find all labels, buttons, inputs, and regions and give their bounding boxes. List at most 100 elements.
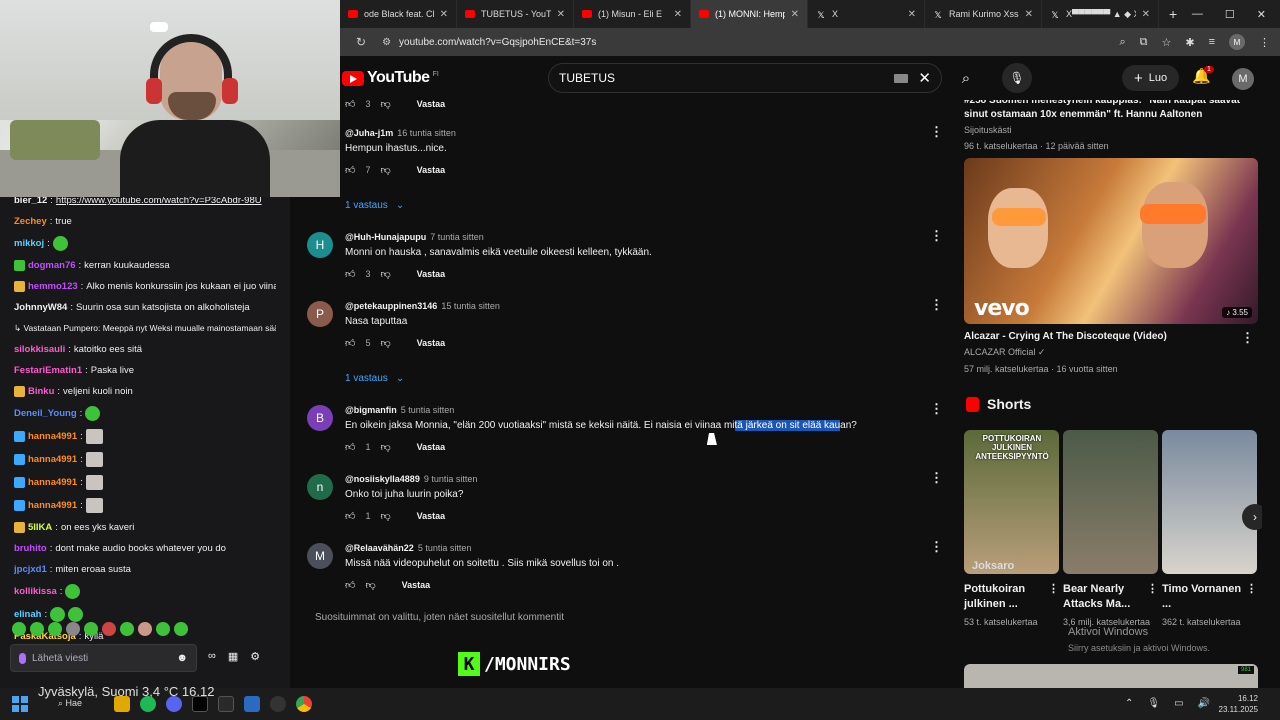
short-thumbnail[interactable]: [1063, 430, 1158, 574]
video-channel[interactable]: Sijoituskästi: [964, 125, 1250, 135]
comment-menu-icon[interactable]: ⋮: [930, 470, 943, 486]
dislike-icon[interactable]: 👎︎: [380, 441, 390, 453]
avatar[interactable]: n: [307, 474, 333, 500]
chat-username[interactable]: 5IIKA: [28, 521, 52, 534]
close-tab-icon[interactable]: ✕: [440, 9, 448, 20]
browser-tab[interactable]: 𝕏 X ✕: [808, 0, 925, 28]
comment-author[interactable]: @Juha-j1m: [345, 128, 393, 138]
like-icon[interactable]: 👍︎: [345, 441, 355, 453]
zoom-icon[interactable]: ⌕: [1119, 36, 1125, 49]
avatar[interactable]: B: [307, 405, 333, 431]
dislike-icon[interactable]: 👎︎: [380, 100, 390, 110]
comment-menu-icon[interactable]: ⋮: [930, 401, 943, 417]
browser-tab[interactable]: (1) MONNI: Hempu ✕: [691, 0, 808, 28]
comment-menu-icon[interactable]: ⋮: [930, 539, 943, 555]
volume-icon[interactable]: 🔊: [1198, 698, 1210, 709]
obs-icon[interactable]: [270, 696, 286, 712]
short-title[interactable]: Timo Vornanen ...: [1162, 582, 1246, 612]
new-tab-button[interactable]: +: [1159, 6, 1187, 22]
short-item[interactable]: POTTUKOIRAN JULKINEN ANTEEKSIPYYNTÖ Joks…: [964, 430, 1059, 628]
reply-button[interactable]: Vastaa: [417, 511, 446, 521]
browser-tab[interactable]: ode Black feat. Ch ✕: [340, 0, 457, 28]
replies-toggle[interactable]: 1 vastaus ⌄: [345, 200, 404, 211]
short-title[interactable]: Bear Nearly Attacks Ma...: [1063, 582, 1147, 612]
close-window-icon[interactable]: ✕: [1257, 8, 1266, 21]
url-field[interactable]: ⚙ youtube.com/watch?v=GqsjpohEnCE&t=37s: [376, 31, 996, 53]
like-icon[interactable]: 👍︎: [345, 164, 355, 176]
close-tab-icon[interactable]: ✕: [557, 9, 565, 20]
dislike-icon[interactable]: 👎︎: [380, 337, 390, 349]
emote-bar[interactable]: [12, 622, 188, 636]
chat-username[interactable]: Zechey: [14, 215, 47, 228]
comment-menu-icon[interactable]: ⋮: [930, 228, 943, 244]
like-icon[interactable]: 👍︎: [345, 268, 355, 280]
clear-search-icon[interactable]: ✕: [918, 69, 931, 87]
chat-username[interactable]: hanna4991: [28, 476, 77, 489]
taskbar-clock[interactable]: 16.12 23.11.2025: [1219, 693, 1258, 715]
cast-icon[interactable]: ⧉: [1140, 36, 1148, 49]
related-video-top[interactable]: #258 Suomen menestynein kauppias: "Näin …: [962, 100, 1252, 151]
spotify-icon[interactable]: [140, 696, 156, 712]
browser-menu-icon[interactable]: ⋮: [1259, 36, 1270, 49]
browser-tab[interactable]: 𝕏 X▀▀▀▀▀▀ ▲ ◆ X ✕: [1042, 0, 1159, 28]
chat-username[interactable]: hanna4991: [28, 499, 77, 512]
close-tab-icon[interactable]: ✕: [791, 9, 799, 20]
settings-icon[interactable]: ⚙: [250, 650, 260, 663]
dislike-icon[interactable]: 👎︎: [365, 579, 375, 591]
voice-search-button[interactable]: 🎙: [1002, 63, 1032, 93]
shorts-next-button[interactable]: ›: [1242, 504, 1262, 530]
short-title[interactable]: Pottukoiran julkinen ...: [964, 582, 1048, 612]
close-tab-icon[interactable]: ✕: [674, 9, 682, 20]
related-video[interactable]: Alcazar - Crying At The Discoteque (Vide…: [964, 330, 1258, 374]
video-menu-icon[interactable]: ⋮: [1241, 330, 1254, 346]
steam-icon[interactable]: [244, 696, 260, 712]
chrome-icon[interactable]: [296, 696, 312, 712]
chat-username[interactable]: hanna4991: [28, 430, 77, 443]
notion-icon[interactable]: [218, 696, 234, 712]
short-thumbnail[interactable]: POTTUKOIRAN JULKINEN ANTEEKSIPYYNTÖ Joks…: [964, 430, 1059, 574]
comment-author[interactable]: @Relaavähän22: [345, 543, 414, 553]
close-tab-icon[interactable]: ✕: [1142, 9, 1150, 20]
taskbar-search[interactable]: ⌕ Hae: [58, 698, 82, 709]
search-input[interactable]: TUBETUS ✕: [548, 63, 942, 93]
gift-icon[interactable]: ▦: [228, 650, 238, 663]
minimize-icon[interactable]: —: [1192, 8, 1203, 21]
video-channel[interactable]: ALCAZAR Official: [964, 347, 1035, 357]
comment-menu-icon[interactable]: ⋮: [930, 124, 943, 140]
close-tab-icon[interactable]: ✕: [1025, 9, 1033, 20]
chat-username[interactable]: hanna4991: [28, 453, 77, 466]
bookmark-star-icon[interactable]: ☆: [1161, 36, 1171, 49]
windows-start-icon[interactable]: [12, 696, 28, 712]
comment-author[interactable]: @bigmanfin: [345, 405, 397, 415]
dislike-icon[interactable]: 👎︎: [380, 268, 390, 280]
comment-time[interactable]: 5 tuntia sitten: [401, 405, 455, 415]
site-info-icon[interactable]: ⚙: [382, 37, 391, 48]
infinity-icon[interactable]: ∞: [208, 650, 216, 663]
video-title[interactable]: #258 Suomen menestynein kauppias: "Näin …: [964, 100, 1250, 122]
reload-icon[interactable]: ↻: [356, 35, 366, 49]
chat-username[interactable]: kollikissa: [14, 585, 57, 598]
chat-username[interactable]: bruhito: [14, 542, 47, 555]
chat-username[interactable]: JohnnyW84: [14, 301, 67, 314]
comment-time[interactable]: 5 tuntia sitten: [418, 543, 472, 553]
comment-time[interactable]: 9 tuntia sitten: [424, 474, 478, 484]
dislike-icon[interactable]: 👎︎: [380, 510, 390, 522]
comment-time[interactable]: 15 tuntia sitten: [441, 301, 500, 311]
reply-button[interactable]: Vastaa: [417, 100, 446, 109]
emoji-icon[interactable]: ☻: [176, 652, 188, 664]
like-icon[interactable]: 👍︎: [345, 337, 355, 349]
comment-time[interactable]: 16 tuntia sitten: [397, 128, 456, 138]
short-item[interactable]: Bear Nearly Attacks Ma... ⋮ 3,6 milj. kat…: [1063, 430, 1158, 628]
replies-toggle[interactable]: 1 vastaus ⌄: [345, 373, 404, 384]
tray-overflow-icon[interactable]: ⌃: [1125, 698, 1133, 709]
file-explorer-icon[interactable]: [114, 696, 130, 712]
like-icon[interactable]: 👍︎: [345, 579, 355, 591]
chat-username[interactable]: FestariEmatin1: [14, 364, 82, 377]
reply-button[interactable]: Vastaa: [402, 580, 431, 590]
short-thumbnail[interactable]: [1162, 430, 1257, 574]
reply-button[interactable]: Vastaa: [417, 442, 446, 452]
comment-time[interactable]: 7 tuntia sitten: [430, 232, 484, 242]
chat-username[interactable]: elinah: [14, 608, 41, 621]
short-item[interactable]: Timo Vornanen ... ⋮ 362 t. katselukertaa: [1162, 430, 1257, 628]
chat-username[interactable]: mikkoj: [14, 237, 44, 250]
